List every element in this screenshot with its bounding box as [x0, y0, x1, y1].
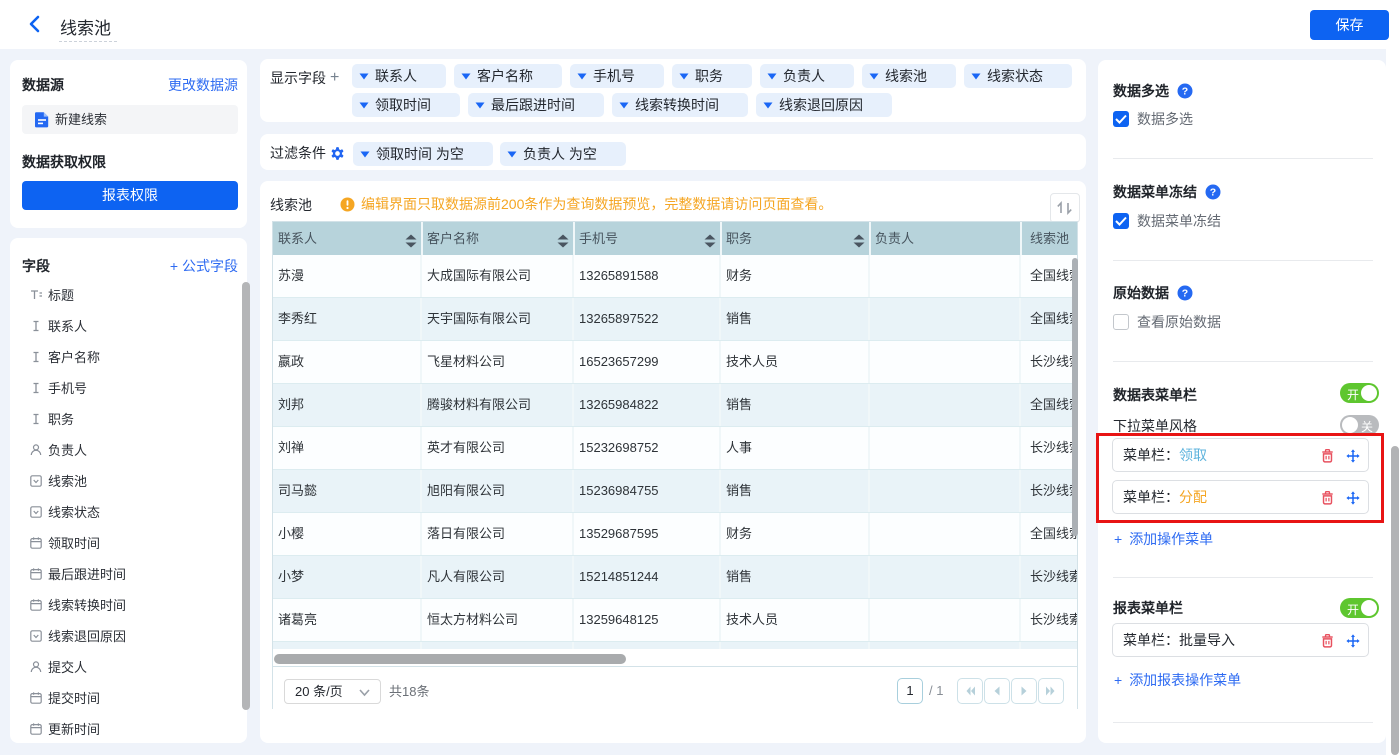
svg-text:?: ? [1210, 187, 1216, 199]
svg-text:?: ? [1182, 86, 1188, 98]
svg-text:?: ? [1182, 288, 1188, 300]
